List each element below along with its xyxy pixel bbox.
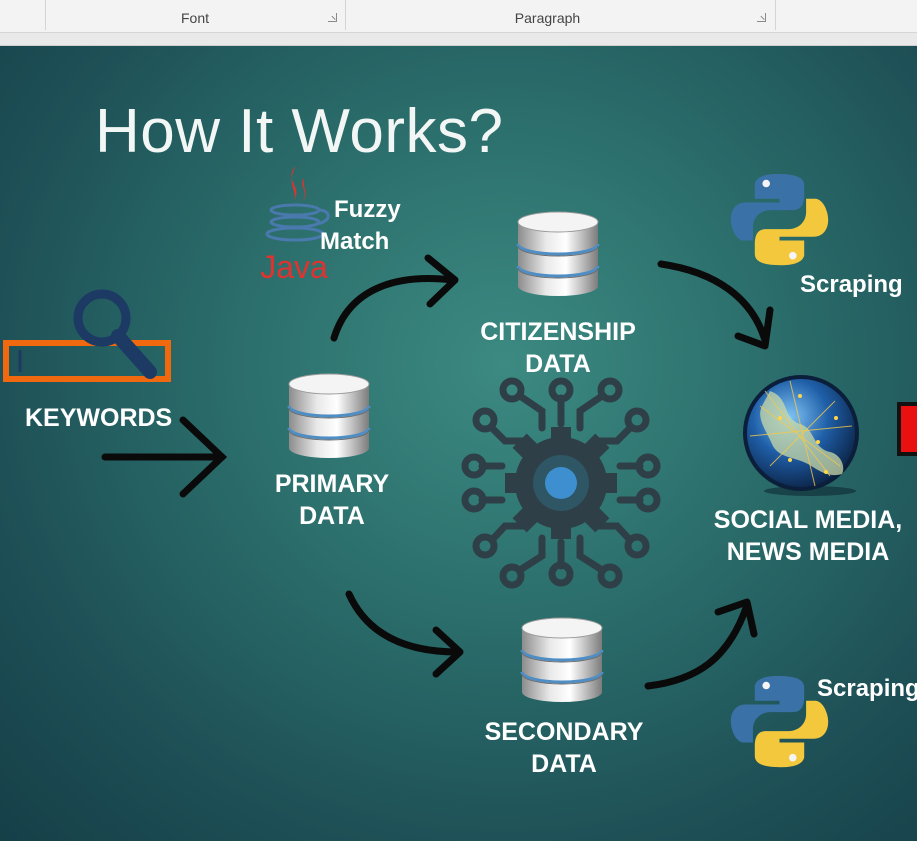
red-shape-partial-icon: [897, 402, 917, 456]
fuzzy-match-line: Match: [320, 228, 390, 255]
fuzzy-match-line: Fuzzy: [334, 196, 401, 223]
ribbon: Font Paragraph: [0, 0, 917, 33]
scraping-label-top[interactable]: Scraping: [800, 269, 903, 301]
citizenship-data-line: CITIZENSHIP: [480, 318, 636, 346]
primary-data-line: DATA: [299, 502, 365, 530]
citizenship-data-line: DATA: [525, 350, 591, 378]
java-logo-text: Java: [260, 249, 328, 285]
secondary-data-line: SECONDARY: [484, 718, 644, 746]
citizenship-data-label[interactable]: CITIZENSHIP DATA: [478, 316, 638, 380]
gear-circuit-icon: [461, 377, 661, 589]
arrow-primary-to-citizenship: [330, 275, 456, 342]
keywords-label[interactable]: KEYWORDS: [25, 402, 172, 434]
python-logo-icon: [730, 174, 829, 266]
secondary-data-line: DATA: [531, 750, 597, 778]
secondary-data-label[interactable]: SECONDARY DATA: [478, 716, 650, 780]
secondary-database-icon: [520, 616, 604, 704]
ribbon-group-font: Font: [45, 0, 345, 32]
fuzzy-match-label[interactable]: Fuzzy Match: [320, 194, 401, 258]
diagram-graphics: Java: [3, 166, 917, 768]
primary-data-label[interactable]: PRIMARY DATA: [262, 468, 402, 532]
slide-canvas[interactable]: How It Works? Java KEYWORDS Fuzzy Match …: [0, 46, 917, 841]
citizenship-database-icon: [516, 210, 600, 298]
globe-icon: [743, 375, 859, 496]
scraping-label-bottom[interactable]: Scraping: [817, 673, 917, 705]
magnifier-icon: [73, 289, 157, 379]
arrow-citizenship-to-social: [657, 260, 769, 344]
primary-data-line: PRIMARY: [274, 470, 390, 498]
social-news-media-label[interactable]: SOCIAL MEDIA, NEWS MEDIA: [706, 504, 910, 568]
primary-database-icon: [287, 372, 371, 460]
font-dialog-launcher-icon[interactable]: [328, 13, 337, 22]
social-media-line: SOCIAL MEDIA,: [713, 506, 903, 534]
ribbon-group-paragraph: Paragraph: [345, 0, 775, 32]
arrow-primary-to-secondary: [345, 590, 462, 656]
ribbon-separator: [775, 0, 776, 30]
ribbon-group-label: Paragraph: [514, 10, 581, 26]
arrow-secondary-to-social: [644, 604, 750, 690]
ribbon-slide-gap: [0, 33, 917, 46]
paragraph-dialog-launcher-icon[interactable]: [757, 13, 766, 22]
python-logo-icon: [730, 676, 829, 768]
ribbon-group-label: Font: [180, 10, 209, 26]
social-media-line: NEWS MEDIA: [726, 538, 890, 566]
